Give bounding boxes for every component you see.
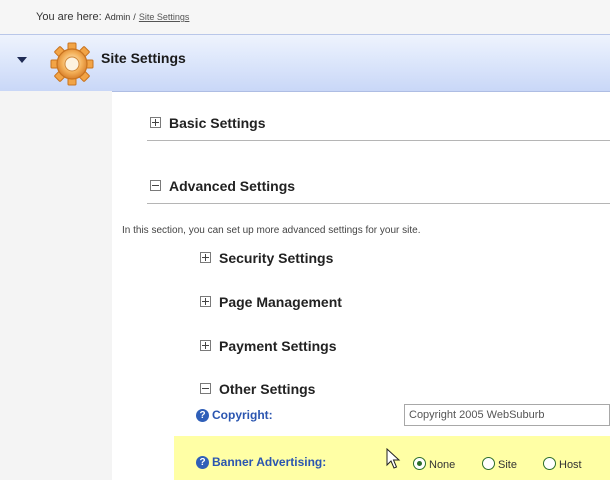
copyright-label: ? Copyright: <box>196 408 273 423</box>
advanced-settings-description: In this section, you can set up more adv… <box>122 225 421 236</box>
section-divider <box>147 140 610 141</box>
radio-button-selected[interactable] <box>413 457 426 470</box>
breadcrumb: You are here: Admin / Site Settings <box>36 11 189 23</box>
banner-option-host-label: Host <box>559 459 582 471</box>
copyright-field[interactable] <box>404 404 610 426</box>
expand-icon <box>200 296 211 307</box>
banner-option-none[interactable]: None <box>413 455 455 471</box>
advanced-settings-label: Advanced Settings <box>169 178 296 194</box>
module-header: Site Settings <box>0 34 610 92</box>
banner-option-site-label: Site <box>498 459 517 471</box>
collapse-icon <box>200 383 211 394</box>
help-icon[interactable]: ? <box>196 409 209 422</box>
radio-button[interactable] <box>482 457 495 470</box>
breadcrumb-current-link[interactable]: Site Settings <box>139 12 190 22</box>
basic-settings-toggle[interactable]: Basic Settings <box>150 115 265 131</box>
copyright-label-text: Copyright: <box>212 408 273 422</box>
expand-icon <box>150 117 161 128</box>
breadcrumb-admin: Admin <box>104 12 131 22</box>
section-divider <box>147 203 610 204</box>
payment-settings-label: Payment Settings <box>219 338 337 354</box>
page-management-toggle[interactable]: Page Management <box>200 294 342 310</box>
other-settings-toggle[interactable]: Other Settings <box>200 381 315 397</box>
other-settings-label: Other Settings <box>219 381 316 397</box>
security-settings-label: Security Settings <box>219 250 334 266</box>
banner-option-host[interactable]: Host <box>543 455 582 471</box>
basic-settings-label: Basic Settings <box>169 115 266 131</box>
expand-icon <box>200 340 211 351</box>
breadcrumb-separator: / <box>133 12 136 22</box>
banner-option-site[interactable]: Site <box>482 455 517 471</box>
security-settings-toggle[interactable]: Security Settings <box>200 250 333 266</box>
banner-option-none-label: None <box>429 459 456 471</box>
banner-advertising-label-text: Banner Advertising: <box>212 455 327 469</box>
advanced-settings-toggle[interactable]: Advanced Settings <box>150 178 295 194</box>
expand-icon <box>200 252 211 263</box>
gear-icon <box>50 42 94 86</box>
collapse-icon <box>150 180 161 191</box>
breadcrumb-prefix: You are here: <box>36 11 102 23</box>
page-title: Site Settings <box>101 50 186 66</box>
mouse-pointer-icon <box>386 448 401 469</box>
breadcrumb-bar: You are here: Admin / Site Settings <box>0 0 610 35</box>
radio-button[interactable] <box>543 457 556 470</box>
help-icon[interactable]: ? <box>196 456 209 469</box>
payment-settings-toggle[interactable]: Payment Settings <box>200 338 336 354</box>
collapse-arrow-icon[interactable] <box>17 57 27 63</box>
page-management-label: Page Management <box>219 294 342 310</box>
left-sidebar <box>0 91 112 480</box>
banner-advertising-label: ? Banner Advertising: <box>196 455 326 470</box>
